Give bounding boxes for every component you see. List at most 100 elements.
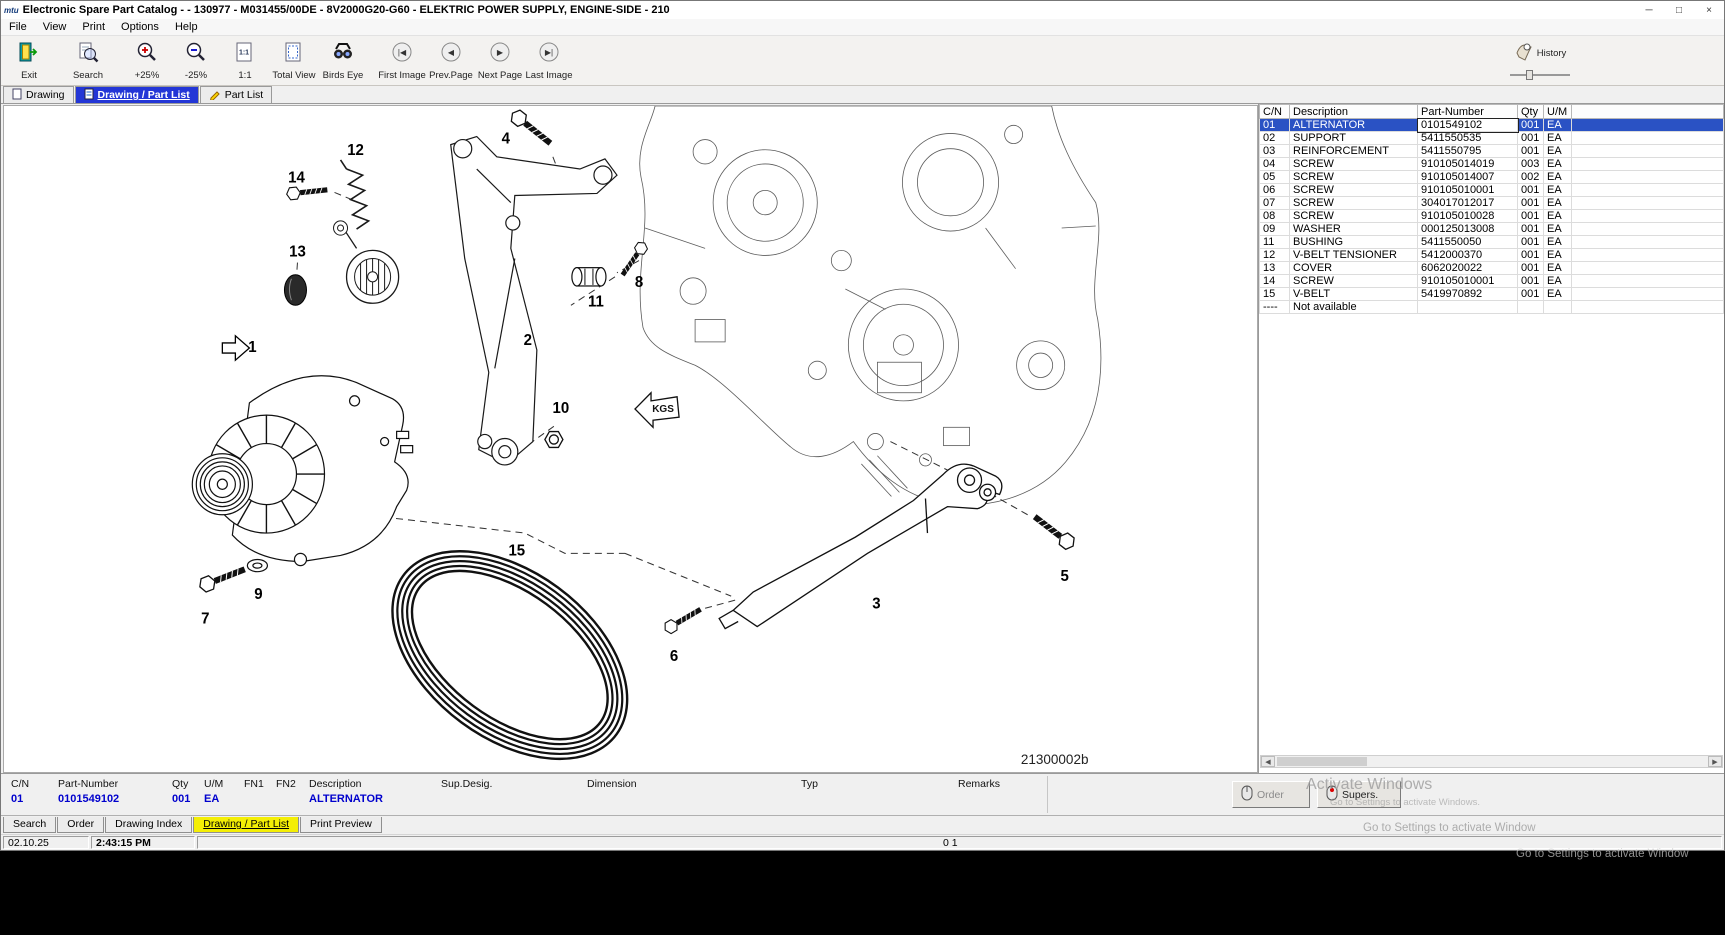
tab-part-list[interactable]: Part List (200, 86, 273, 103)
total-view-button[interactable]: Total View (270, 39, 318, 83)
drawing-tab-icon (12, 88, 22, 103)
first-image-button[interactable]: |◀ First Image (378, 39, 426, 83)
table-row[interactable]: 06SCREW910105010001001EA (1260, 184, 1724, 197)
menu-file[interactable]: File (1, 20, 35, 34)
table-row[interactable]: 07SCREW304017012017001EA (1260, 197, 1724, 210)
parts-table-wrap: C/N Description Part-Number Qty U/M 01AL… (1259, 104, 1724, 753)
table-row[interactable]: 02SUPPORT5411550535001EA (1260, 132, 1724, 145)
window-controls: ─ □ × (1634, 5, 1724, 16)
svg-text:|◀: |◀ (398, 48, 407, 57)
table-row[interactable]: 14SCREW910105010001001EA (1260, 275, 1724, 288)
history-label: History (1537, 48, 1567, 59)
item-pointer-arrow (222, 336, 249, 360)
status-message-area: 0 1 (197, 836, 1722, 849)
one-to-one-icon: 1:1 (234, 41, 256, 68)
detail-label-remarks: Remarks (958, 778, 1000, 790)
toolbar: Exit Search +25% -25% 1:1 1:1 Total View… (1, 36, 1724, 86)
table-row[interactable]: 04SCREW910105014019003EA (1260, 158, 1724, 171)
bottom-tab-search[interactable]: Search (3, 817, 56, 833)
cover-part (284, 275, 306, 306)
table-row[interactable]: ----Not available (1260, 301, 1724, 314)
next-page-icon: ▶ (489, 41, 511, 68)
callout-15: 15 (508, 542, 525, 559)
engine-block-part (640, 106, 1101, 505)
bottom-tabbar: Search Order Drawing Index Drawing / Par… (1, 815, 1724, 834)
detail-bar: C/N Part-Number Qty U/M FN1 FN2 Descript… (1, 773, 1724, 815)
total-view-icon (283, 41, 305, 68)
search-button[interactable]: Search (64, 39, 112, 83)
table-row[interactable]: 09WASHER000125013008001EA (1260, 223, 1724, 236)
screw-5 (1030, 511, 1077, 552)
screw-6 (662, 604, 703, 635)
scroll-thumb[interactable] (1277, 757, 1367, 766)
drawing-canvas[interactable]: KGS 1 2 3 4 5 6 7 8 9 10 11 12 13 (3, 105, 1258, 773)
drawing-number: 21300002b (1021, 752, 1089, 767)
callout-2: 2 (524, 332, 532, 349)
minimize-icon[interactable]: ─ (1634, 5, 1664, 16)
col-filler (1572, 105, 1724, 119)
col-cn[interactable]: C/N (1260, 105, 1290, 119)
tab-drawing-part-list[interactable]: Drawing / Part List (75, 86, 199, 103)
table-row[interactable]: 03REINFORCEMENT5411550795001EA (1260, 145, 1724, 158)
history-slider[interactable] (1510, 70, 1570, 80)
svg-text:▶|: ▶| (545, 48, 553, 57)
col-um[interactable]: U/M (1544, 105, 1572, 119)
next-page-button[interactable]: ▶ Next Page (476, 39, 524, 83)
last-image-icon: ▶| (538, 41, 560, 68)
menu-options[interactable]: Options (113, 20, 167, 34)
close-icon[interactable]: × (1694, 5, 1724, 16)
scroll-left-icon[interactable]: ◀ (1261, 756, 1275, 767)
prev-page-button[interactable]: ◀ Prev.Page (427, 39, 475, 83)
parts-hscrollbar[interactable]: ◀ ▶ (1260, 755, 1723, 768)
table-row[interactable]: 01ALTERNATOR0101549102001EA (1260, 119, 1724, 132)
callout-8: 8 (635, 274, 643, 291)
v-belt-tensioner-part (334, 160, 399, 303)
table-row[interactable]: 13COVER6062020022001EA (1260, 262, 1724, 275)
part-list-tab-icon (209, 88, 221, 103)
table-row[interactable]: 08SCREW910105010028001EA (1260, 210, 1724, 223)
svg-text:▶: ▶ (497, 48, 504, 57)
callout-1: 1 (248, 339, 256, 356)
maximize-icon[interactable]: □ (1664, 5, 1694, 16)
zoom-in-button[interactable]: +25% (123, 39, 171, 83)
table-row[interactable]: 15V-BELT5419970892001EA (1260, 288, 1724, 301)
zoom-out-button[interactable]: -25% (172, 39, 220, 83)
detail-label-description: Description (309, 778, 362, 790)
col-qty[interactable]: Qty (1518, 105, 1544, 119)
mouse-icon (1241, 785, 1253, 804)
bottom-tab-print-preview[interactable]: Print Preview (300, 817, 382, 833)
one-to-one-button[interactable]: 1:1 1:1 (221, 39, 269, 83)
tab-drawing[interactable]: Drawing (3, 86, 74, 103)
detail-label-part-number: Part-Number (58, 778, 118, 790)
table-row[interactable]: 05SCREW910105014007002EA (1260, 171, 1724, 184)
callout-6: 6 (670, 648, 678, 665)
detail-label-sup-desig: Sup.Desig. (441, 778, 492, 790)
status-page-indicator: 0 1 (943, 837, 958, 850)
bottom-tab-order[interactable]: Order (57, 817, 104, 833)
table-row[interactable]: 11BUSHING5411550050001EA (1260, 236, 1724, 249)
col-part-number[interactable]: Part-Number (1418, 105, 1518, 119)
col-description[interactable]: Description (1290, 105, 1418, 119)
prev-page-icon: ◀ (440, 41, 462, 68)
scroll-right-icon[interactable]: ▶ (1708, 756, 1722, 767)
bottom-tab-drawing-part-list[interactable]: Drawing / Part List (193, 817, 299, 833)
detail-label-fn1: FN1 (244, 778, 264, 790)
order-button[interactable]: Order (1232, 781, 1310, 808)
supers-button[interactable]: Supers. (1317, 781, 1401, 808)
callout-14: 14 (288, 169, 305, 186)
callout-13: 13 (289, 243, 306, 260)
table-row[interactable]: 12V-BELT TENSIONER5412000370001EA (1260, 249, 1724, 262)
last-image-button[interactable]: ▶| Last Image (525, 39, 573, 83)
bushing-11 (572, 268, 606, 286)
detail-label-um: U/M (204, 778, 223, 790)
window-title: Electronic Spare Part Catalog - - 130977… (23, 4, 1634, 16)
zoom-out-icon (185, 41, 207, 68)
menu-view[interactable]: View (35, 20, 75, 34)
washer-9 (247, 559, 267, 571)
history-slider-thumb[interactable] (1526, 70, 1533, 80)
menu-help[interactable]: Help (167, 20, 206, 34)
birds-eye-button[interactable]: Birds Eye (319, 39, 367, 83)
bottom-tab-drawing-index[interactable]: Drawing Index (105, 817, 192, 833)
exit-button[interactable]: Exit (5, 39, 53, 83)
menu-print[interactable]: Print (74, 20, 113, 34)
